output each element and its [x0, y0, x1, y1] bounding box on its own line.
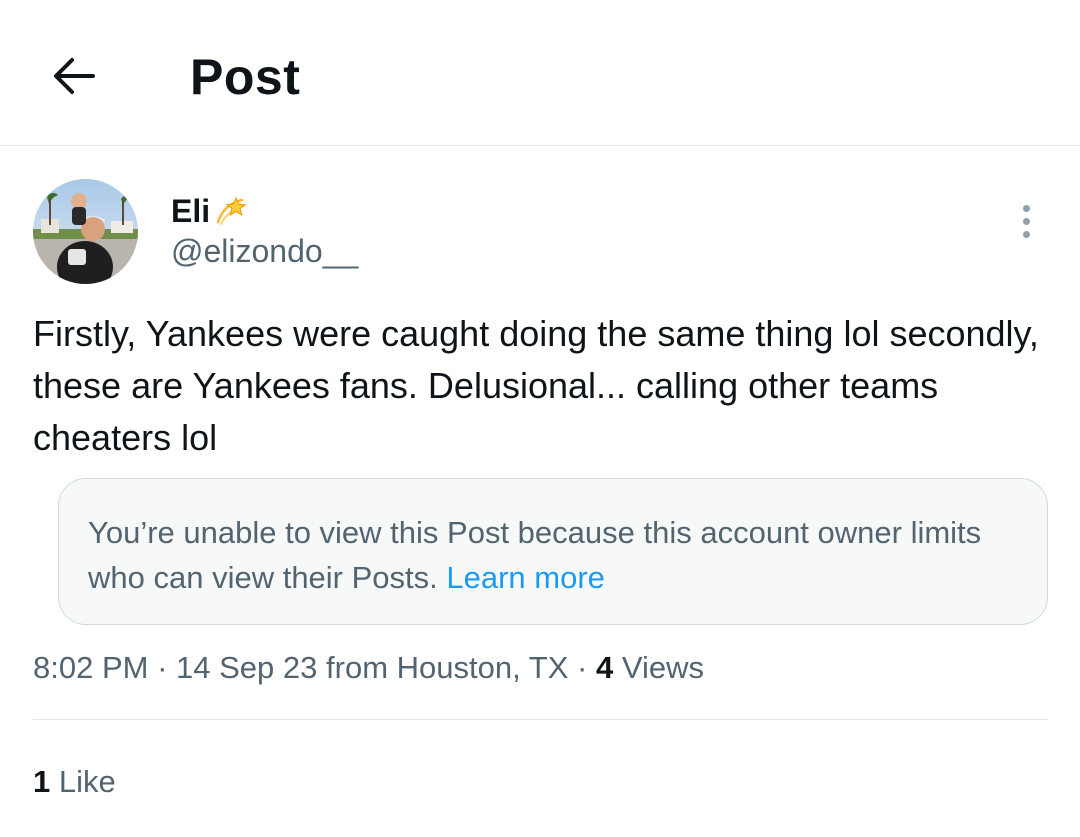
author-handle[interactable]: @elizondo__	[171, 230, 358, 272]
page-title: Post	[190, 49, 301, 105]
views-count: 4	[595, 650, 614, 685]
back-button[interactable]	[46, 48, 102, 104]
likes-link[interactable]: 1 Like	[33, 760, 116, 804]
meta-separator: ·	[157, 650, 168, 685]
more-options-icon-dot	[1022, 217, 1030, 225]
learn-more-link[interactable]: Learn more	[446, 560, 605, 595]
likes-count: 1	[33, 764, 51, 799]
author-display-name: Eli	[171, 193, 211, 229]
avatar[interactable]	[33, 179, 138, 284]
post-meta: 8:02 PM · 14 Sep 23 from Houston, TX · 4…	[33, 646, 704, 690]
more-options-button[interactable]	[1004, 198, 1048, 244]
post-date[interactable]: 14 Sep 23	[176, 650, 317, 685]
divider	[33, 719, 1048, 720]
author-name[interactable]: Eli	[171, 190, 248, 232]
more-options-icon-dot	[1022, 230, 1030, 238]
top-bar: Post	[0, 0, 1080, 146]
meta-separator: ·	[577, 650, 588, 685]
post-location: from Houston, TX	[326, 650, 569, 685]
post-time[interactable]: 8:02 PM	[33, 650, 148, 685]
post-text: Firstly, Yankees were caught doing the s…	[33, 313, 1039, 458]
likes-label: Like	[58, 764, 116, 799]
more-options-icon	[1022, 204, 1030, 212]
dizzy-star-icon	[214, 194, 248, 228]
views-label: Views	[621, 650, 704, 685]
restricted-post-notice: You’re unable to view this Post because …	[58, 478, 1048, 625]
arrow-left-icon	[54, 58, 95, 94]
user-avatar-photo	[33, 179, 138, 284]
